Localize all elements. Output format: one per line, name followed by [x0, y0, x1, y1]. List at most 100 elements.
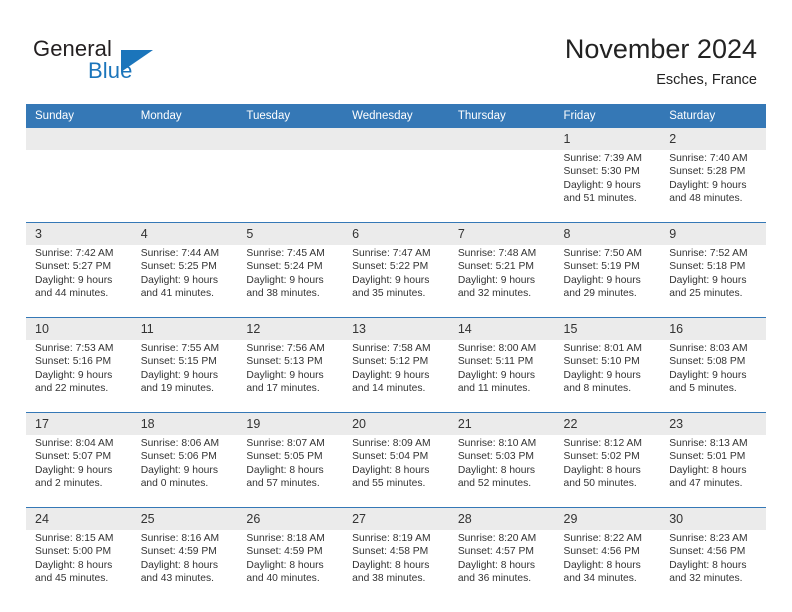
day-number: 26	[237, 508, 344, 530]
day-cell[interactable]: Sunrise: 8:03 AM Sunset: 5:08 PM Dayligh…	[660, 340, 766, 412]
day-cell[interactable]: Sunrise: 8:16 AM Sunset: 4:59 PM Dayligh…	[131, 530, 238, 602]
day-cell[interactable]: Sunrise: 8:13 AM Sunset: 5:01 PM Dayligh…	[660, 435, 766, 507]
daylight-text-2: and 25 minutes.	[669, 288, 743, 300]
sunset-text: Sunset: 5:06 PM	[140, 451, 217, 463]
day-number: 30	[660, 508, 766, 530]
sunset-text: Sunset: 5:01 PM	[669, 451, 746, 463]
sunset-text: Sunset: 4:58 PM	[352, 546, 429, 558]
day-cell[interactable]: Sunrise: 8:09 AM Sunset: 5:04 PM Dayligh…	[343, 435, 449, 507]
day-number: 11	[131, 318, 238, 340]
day-cell[interactable]	[237, 150, 344, 222]
daylight-text-2: and 57 minutes.	[246, 478, 320, 490]
sunrise-text: Sunrise: 7:56 AM	[246, 343, 325, 354]
day-cell[interactable]: Sunrise: 8:00 AM Sunset: 5:11 PM Dayligh…	[448, 340, 555, 412]
daylight-text-1: Daylight: 9 hours	[669, 369, 747, 381]
day-cell[interactable]: Sunrise: 7:40 AM Sunset: 5:28 PM Dayligh…	[660, 150, 766, 222]
daylight-text-1: Daylight: 8 hours	[457, 464, 536, 476]
daylight-text-2: and 51 minutes.	[563, 193, 637, 205]
weekday-header-friday: Friday	[554, 104, 661, 128]
sunrise-text: Sunrise: 8:12 AM	[563, 438, 642, 449]
daylight-text-2: and 8 minutes.	[563, 383, 632, 395]
sunrise-text: Sunrise: 8:15 AM	[35, 533, 114, 544]
day-cell[interactable]: Sunrise: 7:55 AM Sunset: 5:15 PM Dayligh…	[131, 340, 238, 412]
sunset-text: Sunset: 5:27 PM	[35, 261, 112, 273]
day-cell[interactable]: Sunrise: 8:10 AM Sunset: 5:03 PM Dayligh…	[448, 435, 555, 507]
sunrise-text: Sunrise: 7:48 AM	[457, 248, 537, 259]
daylight-text-2: and 43 minutes.	[140, 573, 214, 585]
sunset-text: Sunset: 5:18 PM	[669, 261, 746, 273]
page-title: November 2024	[564, 34, 757, 64]
day-cell[interactable]: Sunrise: 7:48 AM Sunset: 5:21 PM Dayligh…	[448, 245, 555, 317]
day-cell[interactable]: Sunrise: 8:04 AM Sunset: 5:07 PM Dayligh…	[26, 435, 132, 507]
location-subtitle: Esches, France	[656, 72, 757, 88]
sunset-text: Sunset: 5:22 PM	[352, 261, 429, 273]
daylight-text-1: Daylight: 9 hours	[457, 274, 536, 286]
daylight-text-2: and 50 minutes.	[563, 478, 637, 490]
sunset-text: Sunset: 5:02 PM	[563, 451, 640, 463]
sunrise-text: Sunrise: 8:10 AM	[457, 438, 537, 449]
weekday-header-sunday: Sunday	[26, 104, 132, 128]
daylight-text-2: and 47 minutes.	[669, 478, 743, 490]
sunset-text: Sunset: 5:30 PM	[563, 166, 640, 178]
day-cell[interactable]: Sunrise: 8:15 AM Sunset: 5:00 PM Dayligh…	[26, 530, 132, 602]
day-cell[interactable]: Sunrise: 8:19 AM Sunset: 4:58 PM Dayligh…	[343, 530, 449, 602]
day-number: 1	[554, 128, 661, 150]
day-cell[interactable]: Sunrise: 7:44 AM Sunset: 5:25 PM Dayligh…	[131, 245, 238, 317]
week-2-details: Sunrise: 7:42 AM Sunset: 5:27 PM Dayligh…	[26, 245, 766, 317]
day-cell[interactable]	[343, 150, 449, 222]
sunrise-text: Sunrise: 7:58 AM	[352, 343, 431, 354]
sunset-text: Sunset: 5:03 PM	[457, 451, 534, 463]
day-number: 20	[343, 413, 449, 435]
daylight-text-1: Daylight: 9 hours	[140, 464, 218, 476]
day-cell[interactable]: Sunrise: 8:01 AM Sunset: 5:10 PM Dayligh…	[554, 340, 661, 412]
day-cell[interactable]: Sunrise: 7:52 AM Sunset: 5:18 PM Dayligh…	[660, 245, 766, 317]
calendar-table: Sunday Monday Tuesday Wednesday Thursday…	[26, 104, 766, 602]
general-blue-logo[interactable]: General Blue	[33, 36, 203, 86]
sunset-text: Sunset: 5:25 PM	[140, 261, 217, 273]
day-cell[interactable]: Sunrise: 7:56 AM Sunset: 5:13 PM Dayligh…	[237, 340, 344, 412]
day-cell[interactable]: Sunrise: 7:53 AM Sunset: 5:16 PM Dayligh…	[26, 340, 132, 412]
day-number: 22	[554, 413, 661, 435]
daylight-text-2: and 19 minutes.	[140, 383, 214, 395]
day-cell[interactable]	[26, 150, 132, 222]
day-cell[interactable]: Sunrise: 8:20 AM Sunset: 4:57 PM Dayligh…	[448, 530, 555, 602]
week-3-daynumbers: 10 11 12 13 14 15 16	[26, 318, 766, 340]
day-cell[interactable]: Sunrise: 7:42 AM Sunset: 5:27 PM Dayligh…	[26, 245, 132, 317]
day-cell[interactable]: Sunrise: 7:39 AM Sunset: 5:30 PM Dayligh…	[554, 150, 661, 222]
daylight-text-1: Daylight: 8 hours	[669, 559, 747, 571]
day-cell[interactable]	[131, 150, 238, 222]
daylight-text-1: Daylight: 8 hours	[563, 559, 641, 571]
sunrise-text: Sunrise: 7:53 AM	[35, 343, 114, 354]
daylight-text-2: and 41 minutes.	[140, 288, 214, 300]
day-cell[interactable]: Sunrise: 8:22 AM Sunset: 4:56 PM Dayligh…	[554, 530, 661, 602]
daylight-text-2: and 29 minutes.	[563, 288, 637, 300]
day-number: 14	[448, 318, 555, 340]
sunrise-text: Sunrise: 7:42 AM	[35, 248, 114, 259]
sunrise-text: Sunrise: 8:23 AM	[669, 533, 748, 544]
sunset-text: Sunset: 5:04 PM	[352, 451, 429, 463]
day-cell[interactable]: Sunrise: 8:12 AM Sunset: 5:02 PM Dayligh…	[554, 435, 661, 507]
day-cell[interactable]: Sunrise: 7:45 AM Sunset: 5:24 PM Dayligh…	[237, 245, 344, 317]
day-number: 5	[237, 223, 344, 245]
daylight-text-2: and 5 minutes.	[669, 383, 737, 395]
weekday-header-saturday: Saturday	[660, 104, 766, 128]
day-cell[interactable]: Sunrise: 7:58 AM Sunset: 5:12 PM Dayligh…	[343, 340, 449, 412]
weekday-header-row: Sunday Monday Tuesday Wednesday Thursday…	[26, 104, 766, 128]
sunrise-text: Sunrise: 8:13 AM	[669, 438, 748, 449]
daylight-text-1: Daylight: 9 hours	[35, 369, 113, 381]
day-cell[interactable]: Sunrise: 8:06 AM Sunset: 5:06 PM Dayligh…	[131, 435, 238, 507]
day-cell[interactable]: Sunrise: 7:50 AM Sunset: 5:19 PM Dayligh…	[554, 245, 661, 317]
day-cell[interactable]	[448, 150, 555, 222]
day-number	[237, 128, 344, 150]
daylight-text-2: and 38 minutes.	[352, 573, 426, 585]
day-number: 10	[26, 318, 132, 340]
day-number: 9	[660, 223, 766, 245]
day-number: 28	[448, 508, 555, 530]
daylight-text-1: Daylight: 9 hours	[246, 369, 324, 381]
day-cell[interactable]: Sunrise: 8:23 AM Sunset: 4:56 PM Dayligh…	[660, 530, 766, 602]
day-cell[interactable]: Sunrise: 7:47 AM Sunset: 5:22 PM Dayligh…	[343, 245, 449, 317]
sunrise-text: Sunrise: 8:19 AM	[352, 533, 431, 544]
day-cell[interactable]: Sunrise: 8:18 AM Sunset: 4:59 PM Dayligh…	[237, 530, 344, 602]
sunrise-text: Sunrise: 8:00 AM	[457, 343, 537, 354]
day-cell[interactable]: Sunrise: 8:07 AM Sunset: 5:05 PM Dayligh…	[237, 435, 344, 507]
